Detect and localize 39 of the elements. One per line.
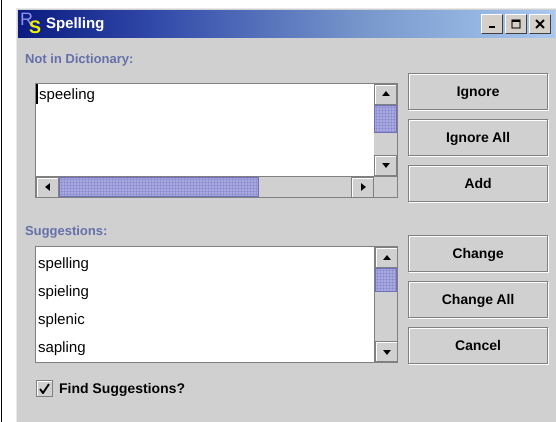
horizontal-scrollbar[interactable]: [36, 176, 397, 196]
scroll-button[interactable]: [375, 247, 398, 268]
suggestion-item[interactable]: spelling: [38, 250, 374, 278]
dialog-button[interactable]: Cancel: [408, 327, 548, 364]
scroll-button[interactable]: [374, 84, 397, 104]
vertical-scrollbar[interactable]: [374, 247, 397, 362]
scroll-thumb[interactable]: [375, 268, 397, 292]
suggestion-item[interactable]: spieling: [38, 278, 374, 306]
dialog-button[interactable]: Change All: [408, 281, 548, 318]
close-icon: [535, 19, 545, 29]
scroll-thumb[interactable]: [374, 104, 397, 132]
minimize-button[interactable]: [481, 14, 503, 34]
vertical-scrollbar[interactable]: [374, 84, 397, 176]
down-arrow-icon: [380, 160, 390, 170]
minimize-icon: [489, 26, 495, 28]
checkbox-label: Find Suggestions?: [59, 379, 185, 398]
up-arrow-icon: [382, 252, 392, 262]
scroll-button[interactable]: [351, 176, 374, 198]
scroll-button[interactable]: [36, 176, 59, 198]
up-arrow-icon: [380, 89, 390, 99]
dialog-button[interactable]: Change: [408, 235, 548, 272]
left-arrow-icon: [42, 182, 52, 192]
maximize-button[interactable]: [505, 14, 527, 34]
checkmark-icon: [39, 383, 50, 394]
suggestion-item[interactable]: sapling: [38, 334, 374, 362]
window-title: Spelling: [46, 14, 104, 34]
close-button[interactable]: [529, 14, 551, 34]
scroll-thumb[interactable]: [59, 176, 259, 196]
section-label: Not in Dictionary:: [25, 50, 134, 68]
suggestion-item[interactable]: splenic: [38, 306, 374, 334]
app-logo: RS: [20, 12, 42, 36]
checkbox[interactable]: [36, 380, 53, 397]
scroll-button[interactable]: [375, 341, 398, 362]
maximize-icon: [511, 19, 521, 29]
section-label: Suggestions:: [25, 222, 108, 240]
dialog-button[interactable]: Ignore: [408, 72, 548, 110]
scroll-button[interactable]: [374, 154, 397, 176]
dialog-button[interactable]: Add: [408, 164, 548, 202]
dialog-button[interactable]: Ignore All: [408, 118, 548, 156]
